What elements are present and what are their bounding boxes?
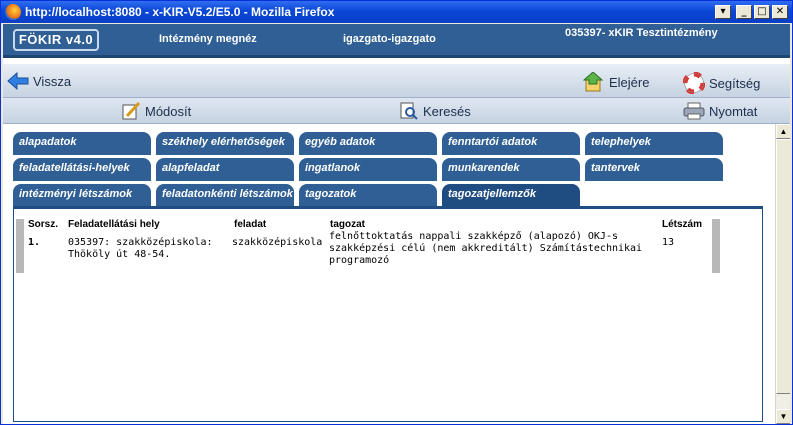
scroll-up-button[interactable]: ▲ — [776, 124, 790, 139]
tool-bar: Módosít Keresés Nyomtat — [3, 98, 790, 124]
back-button[interactable]: Vissza — [7, 72, 71, 90]
tab-intezmenyi-letszamok[interactable]: intézményi létszámok — [13, 184, 151, 207]
tab-alapadatok[interactable]: alapadatok — [13, 132, 151, 155]
row-num: 1. — [28, 237, 41, 248]
row-task: szakközépiskola — [232, 237, 323, 248]
help-button[interactable]: Segítség — [683, 72, 760, 94]
content-area: alapadatok székhely elérhetőségek egyéb … — [3, 124, 775, 424]
tab-szekhely-elerhetosegek[interactable]: székhely elérhetőségek — [156, 132, 294, 155]
col-header-section: tagozat — [330, 219, 365, 230]
tab-feladatellatasi-helyek[interactable]: feladatellátási-helyek — [13, 158, 151, 181]
home-button[interactable]: Elejére — [583, 72, 649, 92]
row-count: 13 — [662, 237, 675, 248]
modify-label: Módosít — [145, 103, 192, 119]
table-left-edge — [16, 219, 24, 273]
scroll-down-button[interactable]: ▼ — [776, 409, 790, 424]
tab-tantervek[interactable]: tantervek — [585, 158, 723, 181]
col-header-num: Sorsz. — [28, 219, 59, 230]
app-header: FÖKIR v4.0 Intézmény megnéz igazgato-iga… — [3, 24, 790, 58]
print-label: Nyomtat — [709, 103, 758, 119]
modify-button[interactable]: Módosít — [121, 102, 191, 120]
close-button[interactable]: ✕ — [772, 5, 788, 19]
nav-bar: Vissza Elejére Segítség — [3, 64, 790, 98]
home-label: Elejére — [609, 74, 650, 90]
tab-alapfeladat[interactable]: alapfeladat — [156, 158, 294, 181]
institution-name: 035397- xKIR Tesztintézmény — [565, 27, 718, 39]
search-button[interactable]: Keresés — [399, 102, 471, 120]
maximize-button[interactable]: □ — [754, 5, 770, 19]
col-header-place: Feladatellátási hely — [68, 219, 160, 230]
tab-telephelyek[interactable]: telephelyek — [585, 132, 723, 155]
help-label: Segítség — [709, 75, 761, 91]
page-title: Intézmény megnéz — [159, 33, 257, 45]
tab-tagozatok[interactable]: tagozatok — [299, 184, 437, 207]
table-right-edge — [712, 219, 720, 273]
dropdown-button[interactable]: ▾ — [715, 5, 731, 19]
user-name: igazgato-igazgato — [343, 33, 436, 45]
row-place: 035397: szakközépiskola: Thököly út 48-5… — [68, 237, 213, 260]
col-header-count: Létszám — [662, 219, 703, 230]
tab-panel: Sorsz. Feladatellátási hely feladat tago… — [13, 206, 763, 422]
printer-icon — [683, 102, 705, 120]
tab-feladatonkenti-letszamok[interactable]: feladatonkénti létszámok — [156, 184, 294, 207]
edit-icon — [122, 102, 141, 120]
back-label: Vissza — [33, 73, 72, 89]
search-label: Keresés — [423, 103, 471, 119]
scroll-thumb[interactable] — [776, 139, 790, 394]
page-viewport: FÖKIR v4.0 Intézmény megnéz igazgato-iga… — [3, 24, 790, 424]
print-button[interactable]: Nyomtat — [683, 102, 757, 120]
search-icon — [400, 102, 418, 120]
tab-munkarendek[interactable]: munkarendek — [442, 158, 580, 181]
lifebuoy-icon — [683, 72, 705, 94]
firefox-icon — [5, 4, 21, 20]
minimize-button[interactable]: _ — [736, 5, 752, 19]
vertical-scrollbar[interactable]: ▲ ▼ — [775, 124, 790, 424]
title-bar: http://localhost:8080 - x-KIR-V5.2/E5.0 … — [1, 1, 792, 23]
window-title: http://localhost:8080 - x-KIR-V5.2/E5.0 … — [25, 5, 335, 19]
tab-fenntartoi-adatok[interactable]: fenntartói adatok — [442, 132, 580, 155]
back-arrow-icon — [7, 72, 29, 90]
tab-egyeb-adatok[interactable]: egyéb adatok — [299, 132, 437, 155]
tab-ingatlanok[interactable]: ingatlanok — [299, 158, 437, 181]
app-logo: FÖKIR v4.0 — [13, 29, 99, 51]
row-section: felnőttoktatás nappali szakképző (alapoz… — [329, 231, 643, 266]
browser-window: http://localhost:8080 - x-KIR-V5.2/E5.0 … — [0, 0, 793, 425]
col-header-task: feladat — [234, 219, 267, 230]
home-icon — [583, 72, 604, 92]
